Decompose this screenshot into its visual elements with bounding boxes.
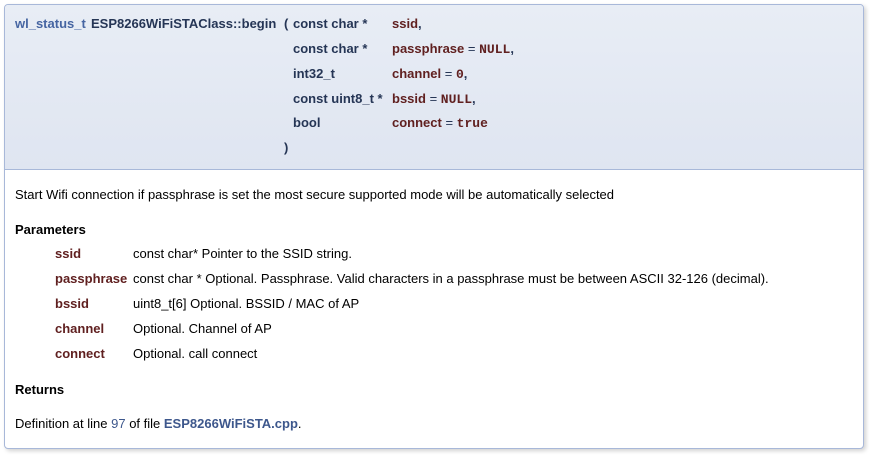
- param-default: NULL: [440, 92, 473, 107]
- param-decl: connect = true: [392, 115, 488, 131]
- param-doc-name: channel: [55, 321, 105, 336]
- param-doc-name: connect: [55, 346, 105, 361]
- param-equals: =: [441, 66, 456, 81]
- line-number-link[interactable]: 97: [111, 416, 125, 431]
- param-suffix: ,: [472, 91, 476, 106]
- param-name: channel: [392, 66, 442, 81]
- param-name: bssid: [392, 91, 426, 106]
- param-equals: =: [464, 41, 480, 56]
- returns-heading: Returns: [15, 382, 65, 397]
- param-decl: bssid = NULL,: [392, 91, 476, 107]
- param-name: ssid: [392, 16, 419, 31]
- definition-middle: of file: [125, 416, 164, 431]
- param-default: 0: [455, 67, 464, 82]
- param-decl: channel = 0,: [392, 66, 467, 82]
- function-name: ESP8266WiFiSTAClass::begin: [91, 16, 277, 31]
- param-doc-desc: Optional. call connect: [133, 346, 258, 361]
- param-suffix: ,: [510, 41, 514, 56]
- param-type: const uint8_t *: [293, 91, 383, 106]
- param-suffix: ,: [463, 66, 468, 81]
- description: Start Wifi connection if passphrase is s…: [15, 187, 615, 202]
- return-type: wl_status_t: [15, 16, 86, 31]
- param-doc-desc: const char* Pointer to the SSID string.: [133, 246, 352, 261]
- param-type: const char *: [293, 41, 368, 56]
- param-type: const char *: [293, 16, 368, 31]
- param-equals: =: [441, 115, 457, 130]
- close-paren: ): [284, 140, 289, 155]
- param-doc-desc: Optional. Channel of AP: [133, 321, 272, 336]
- param-doc-desc: const char * Optional. Passphrase. Valid…: [133, 271, 769, 286]
- param-suffix: ,: [418, 16, 422, 31]
- function-prototype: wl_status_t ESP8266WiFiSTAClass::begin (…: [5, 5, 863, 170]
- parameters-heading: Parameters: [15, 222, 86, 237]
- open-paren: (: [284, 16, 289, 31]
- param-type: int32_t: [293, 66, 335, 81]
- param-equals: =: [425, 91, 441, 106]
- param-default: true: [456, 116, 488, 131]
- param-doc-name: passphrase: [55, 271, 128, 286]
- param-decl: ssid,: [392, 16, 422, 31]
- param-default: NULL: [479, 42, 511, 57]
- param-doc-name: ssid: [55, 246, 82, 261]
- source-file-link[interactable]: ESP8266WiFiSTA.cpp: [164, 416, 298, 431]
- definition-prefix: Definition at line: [15, 416, 112, 431]
- param-doc-desc: uint8_t[6] Optional. BSSID / MAC of AP: [133, 296, 360, 311]
- param-doc-name: bssid: [55, 296, 89, 311]
- member-item: wl_status_t ESP8266WiFiSTAClass::begin (…: [4, 4, 864, 449]
- param-type: bool: [293, 115, 321, 130]
- param-name: connect: [392, 115, 442, 130]
- definition-suffix: .: [297, 416, 302, 431]
- param-decl: passphrase = NULL,: [392, 41, 514, 57]
- definition-line: Definition at line 97 of file ESP8266WiF…: [15, 416, 302, 431]
- param-name: passphrase: [392, 41, 465, 56]
